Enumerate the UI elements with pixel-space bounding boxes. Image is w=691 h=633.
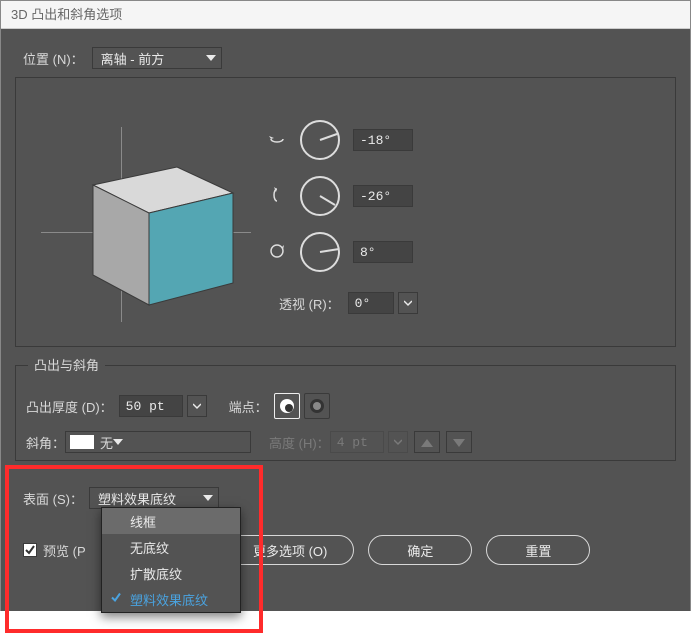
surface-option-plastic[interactable]: 塑料效果底纹 (102, 586, 240, 612)
preview-label: 预览 (P (43, 541, 86, 560)
angle-y-row: -26° (265, 175, 413, 217)
angle-z-input[interactable]: 8° (353, 241, 413, 263)
angle-z-dial[interactable] (299, 231, 341, 273)
surface-label: 表面 (S)： (23, 489, 83, 508)
bevel-in-icon (414, 431, 440, 453)
position-row: 位置 (N)： 离轴 - 前方 (1, 29, 690, 69)
chevron-down-icon (206, 55, 216, 61)
ok-button[interactable]: 确定 (368, 535, 472, 565)
bevel-row: 斜角： 无 高度 (H)： 4 pt (26, 431, 665, 453)
angle-x-row: -18° (265, 119, 413, 161)
surface-select[interactable]: 塑料效果底纹 (89, 487, 219, 509)
chevron-down-icon (203, 495, 213, 501)
perspective-label: 透视 (R)： (279, 294, 340, 313)
surface-option-diffuse[interactable]: 扩散底纹 (102, 560, 240, 586)
titlebar: 3D 凸出和斜角选项 (1, 1, 690, 29)
cap-hollow-icon[interactable] (304, 393, 330, 419)
extrude-depth-label: 凸出厚度 (D)： (26, 397, 113, 416)
perspective-input[interactable]: 0° (348, 292, 394, 314)
rotate-x-icon (265, 130, 289, 151)
rotate-z-icon (265, 242, 289, 263)
reset-button[interactable]: 重置 (486, 535, 590, 565)
surface-dropdown: 线框 无底纹 扩散底纹 塑料效果底纹 (101, 507, 241, 613)
window-title: 3D 凸出和斜角选项 (11, 7, 122, 22)
bevel-height-label: 高度 (H)： (269, 433, 330, 452)
preview-checkbox[interactable] (23, 543, 37, 557)
angle-y-input[interactable]: -26° (353, 185, 413, 207)
group-extrude-title: 凸出与斜角 (28, 355, 105, 374)
angle-x-dial[interactable] (299, 119, 341, 161)
angle-y-dial[interactable] (299, 175, 341, 217)
cap-solid-icon[interactable] (274, 393, 300, 419)
rotate-y-icon (265, 186, 289, 207)
bevel-label: 斜角： (26, 433, 65, 452)
cube-icon (41, 127, 251, 337)
surface-option-wireframe[interactable]: 线框 (102, 508, 240, 534)
angle-x-input[interactable]: -18° (353, 129, 413, 151)
surface-option-none[interactable]: 无底纹 (102, 534, 240, 560)
angle-controls: -18° -26° 8° (265, 119, 413, 287)
extrude-depth-row: 凸出厚度 (D)： 50 pt 端点： (26, 393, 665, 419)
chevron-down-icon (113, 439, 123, 445)
bevel-out-icon (446, 431, 472, 453)
perspective-stepper[interactable] (398, 292, 418, 314)
perspective-row: 透视 (R)： 0° (279, 292, 418, 314)
position-label: 位置 (N)： (23, 49, 84, 68)
cap-label: 端点： (229, 397, 268, 416)
preview-3d-cube[interactable] (41, 127, 251, 337)
extrude-depth-stepper[interactable] (187, 395, 207, 417)
more-options-button[interactable]: 更多选项 (O) (226, 535, 354, 565)
position-select[interactable]: 离轴 - 前方 (92, 47, 222, 69)
angle-z-row: 8° (265, 231, 413, 273)
dialog-client: 位置 (N)： 离轴 - 前方 (1, 29, 690, 611)
position-value: 离轴 - 前方 (101, 49, 165, 68)
extrude-depth-input[interactable]: 50 pt (119, 395, 183, 417)
bevel-swatch-icon (70, 435, 94, 449)
bevel-height-stepper (388, 431, 408, 453)
surface-row: 表面 (S)： 塑料效果底纹 (23, 487, 219, 509)
check-icon (110, 592, 122, 607)
surface-value: 塑料效果底纹 (98, 489, 176, 508)
bevel-height-input: 4 pt (330, 431, 384, 453)
bevel-value: 无 (100, 433, 113, 452)
bevel-select[interactable]: 无 (65, 431, 251, 453)
group-extrude-bevel: 凸出与斜角 凸出厚度 (D)： 50 pt 端点： 斜角： (15, 365, 676, 461)
dialog-3d-extrude-bevel: 3D 凸出和斜角选项 位置 (N)： 离轴 - 前方 (0, 0, 691, 611)
